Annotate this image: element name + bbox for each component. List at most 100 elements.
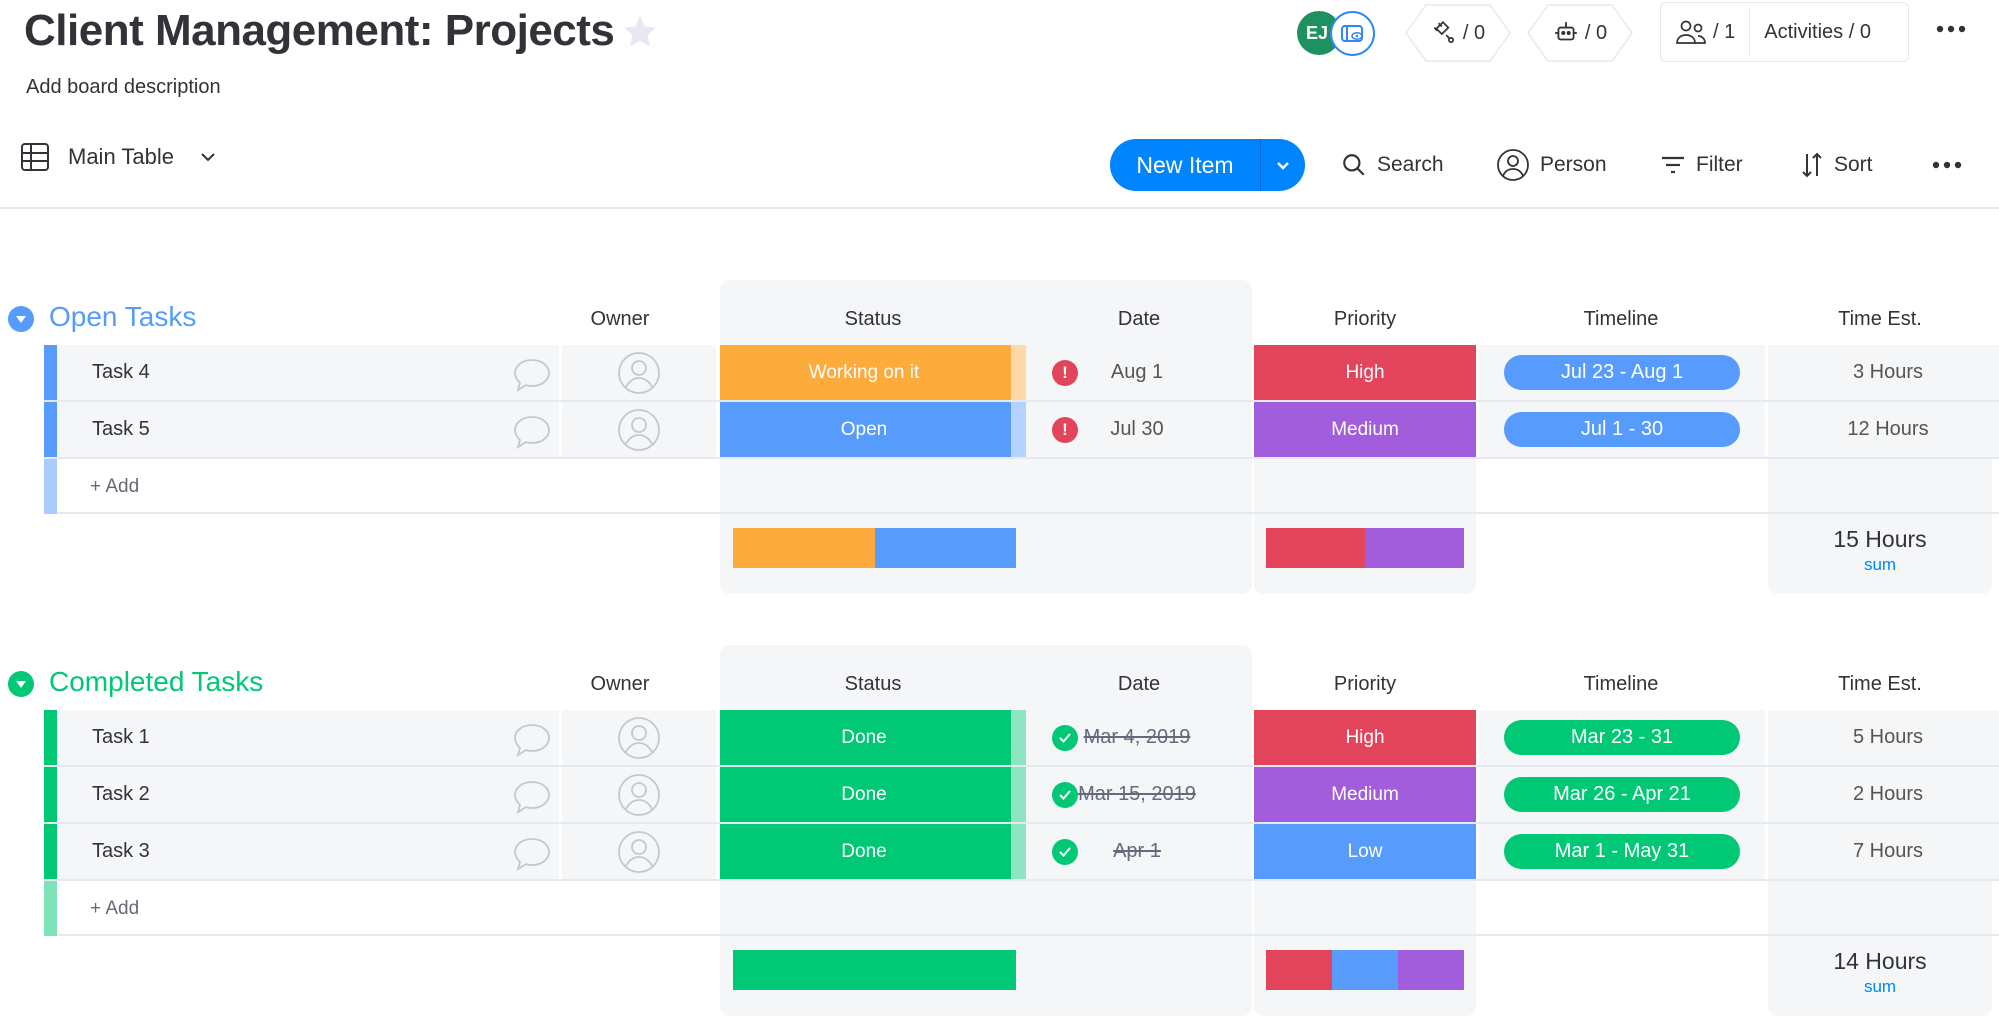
group-title[interactable]: Completed Tasks — [49, 666, 263, 698]
board-title[interactable]: Client Management: Projects — [24, 6, 615, 56]
column-header-owner[interactable]: Owner — [562, 308, 678, 331]
time-est-summary[interactable]: 15 Hours sum — [1768, 526, 1992, 575]
column-header-timeline[interactable]: Timeline — [1479, 673, 1763, 696]
sort-button[interactable]: Sort — [1800, 148, 1873, 182]
owner-cell[interactable] — [562, 824, 716, 879]
avatar-initials: EJ — [1305, 22, 1329, 43]
filter-button[interactable]: Filter — [1660, 148, 1743, 182]
favorite-star-icon[interactable] — [620, 12, 660, 52]
group-collapse-toggle[interactable] — [8, 306, 34, 332]
updates-bubble-icon[interactable] — [512, 836, 552, 878]
timeline-cell[interactable]: Jul 1 - 30 — [1479, 402, 1765, 457]
table-row[interactable]: Task 3 Done Apr 1 Low Mar 1 - May 31 7 Hours — [44, 824, 1999, 881]
status-cell[interactable]: Done — [720, 824, 1026, 879]
status-corner-strip — [1011, 345, 1026, 400]
members-button[interactable]: / 1 — [1661, 3, 1749, 61]
summary-function-label[interactable]: sum — [1768, 555, 1992, 575]
table-row[interactable]: Task 1 Done Mar 4, 2019 High Mar 23 - 31 5 Ho… — [44, 710, 1999, 767]
timeline-cell[interactable]: Mar 26 - Apr 21 — [1479, 767, 1765, 822]
add-item-label[interactable]: + Add — [90, 898, 139, 920]
timeline-cell[interactable]: Mar 23 - 31 — [1479, 710, 1765, 765]
table-row[interactable]: Task 2 Done Mar 15, 2019 Medium Mar 26 - Apr… — [44, 767, 1999, 824]
date-cell[interactable]: ! Aug 1 — [1028, 345, 1236, 400]
priority-cell[interactable]: Medium — [1254, 402, 1476, 457]
priority-summary-bar[interactable] — [1266, 528, 1464, 568]
time-est-summary[interactable]: 14 Hours sum — [1768, 948, 1992, 997]
chevron-down-icon[interactable] — [200, 152, 216, 162]
view-tab-main-table[interactable]: Main Table — [20, 142, 216, 172]
column-header-time-est[interactable]: Time Est. — [1768, 308, 1992, 331]
priority-cell[interactable]: Medium — [1254, 767, 1476, 822]
column-header-timeline[interactable]: Timeline — [1479, 308, 1763, 331]
updates-bubble-icon[interactable] — [512, 722, 552, 764]
column-header-status[interactable]: Status — [720, 308, 1026, 331]
board-more-button[interactable] — [1934, 14, 1968, 44]
new-item-button[interactable]: New Item — [1110, 139, 1260, 191]
person-icon — [1497, 149, 1529, 181]
new-item-dropdown-button[interactable] — [1261, 139, 1305, 191]
column-header-priority[interactable]: Priority — [1254, 308, 1476, 331]
toolbar-more-button[interactable] — [1932, 148, 1962, 182]
updates-bubble-icon[interactable] — [512, 357, 552, 399]
table-row[interactable]: Task 5 Open ! Jul 30 Medium Jul 1 - 30 12 Hour… — [44, 402, 1999, 459]
viewers-icon[interactable] — [1330, 11, 1375, 56]
row-divider — [57, 512, 1999, 514]
owner-cell[interactable] — [562, 345, 716, 400]
owner-cell[interactable] — [562, 767, 716, 822]
add-item-row[interactable]: + Add — [44, 881, 1999, 936]
status-summary-bar[interactable] — [733, 950, 1016, 990]
column-header-date[interactable]: Date — [1036, 673, 1242, 696]
status-cell[interactable]: Done — [720, 767, 1026, 822]
priority-cell[interactable]: High — [1254, 710, 1476, 765]
status-summary-bar[interactable] — [733, 528, 1016, 568]
status-label: Done — [841, 726, 887, 748]
date-cell[interactable]: Mar 4, 2019 — [1028, 710, 1236, 765]
item-name-cell[interactable]: Task 3 — [57, 824, 559, 879]
activities-button[interactable]: Activities / 0 — [1750, 3, 1885, 61]
group-collapse-toggle[interactable] — [8, 671, 34, 697]
item-name-cell[interactable]: Task 1 — [57, 710, 559, 765]
table-icon — [21, 143, 49, 171]
column-header-owner[interactable]: Owner — [562, 673, 678, 696]
timeline-cell[interactable]: Jul 23 - Aug 1 — [1479, 345, 1765, 400]
item-name-cell[interactable]: Task 2 — [57, 767, 559, 822]
date-cell[interactable]: Apr 1 — [1028, 824, 1236, 879]
summary-function-label[interactable]: sum — [1768, 977, 1992, 997]
date-cell[interactable]: ! Jul 30 — [1028, 402, 1236, 457]
board-description[interactable]: Add board description — [26, 76, 221, 99]
automations-button[interactable]: / 0 — [1526, 4, 1634, 62]
group-color-bar — [44, 881, 57, 936]
timeline-cell[interactable]: Mar 1 - May 31 — [1479, 824, 1765, 879]
person-placeholder-icon — [618, 408, 660, 451]
priority-summary-bar[interactable] — [1266, 950, 1464, 990]
item-name-cell[interactable]: Task 4 — [57, 345, 559, 400]
priority-cell[interactable]: High — [1254, 345, 1476, 400]
person-filter-button[interactable]: Person — [1496, 148, 1607, 182]
column-header-date[interactable]: Date — [1036, 308, 1242, 331]
table-row[interactable]: Task 4 Working on it ! Aug 1 High Jul 23 - Au… — [44, 345, 1999, 402]
search-button[interactable]: Search — [1341, 148, 1444, 182]
owner-cell[interactable] — [562, 710, 716, 765]
time-est-cell[interactable]: 3 Hours — [1768, 345, 1999, 400]
add-item-label[interactable]: + Add — [90, 476, 139, 498]
group-title[interactable]: Open Tasks — [49, 301, 196, 333]
updates-bubble-icon[interactable] — [512, 779, 552, 821]
time-est-cell[interactable]: 12 Hours — [1768, 402, 1999, 457]
priority-cell[interactable]: Low — [1254, 824, 1476, 879]
status-cell[interactable]: Working on it — [720, 345, 1026, 400]
column-header-time-est[interactable]: Time Est. — [1768, 673, 1992, 696]
board-subscribers[interactable]: EJ — [1297, 9, 1387, 57]
time-est-cell[interactable]: 7 Hours — [1768, 824, 1999, 879]
updates-bubble-icon[interactable] — [512, 414, 552, 456]
column-header-priority[interactable]: Priority — [1254, 673, 1476, 696]
owner-cell[interactable] — [562, 402, 716, 457]
column-header-status[interactable]: Status — [720, 673, 1026, 696]
date-cell[interactable]: Mar 15, 2019 — [1028, 767, 1236, 822]
status-cell[interactable]: Done — [720, 710, 1026, 765]
item-name-cell[interactable]: Task 5 — [57, 402, 559, 457]
time-est-cell[interactable]: 2 Hours — [1768, 767, 1999, 822]
status-cell[interactable]: Open — [720, 402, 1026, 457]
time-est-cell[interactable]: 5 Hours — [1768, 710, 1999, 765]
integrations-button[interactable]: / 0 — [1404, 4, 1512, 62]
add-item-row[interactable]: + Add — [44, 459, 1999, 514]
